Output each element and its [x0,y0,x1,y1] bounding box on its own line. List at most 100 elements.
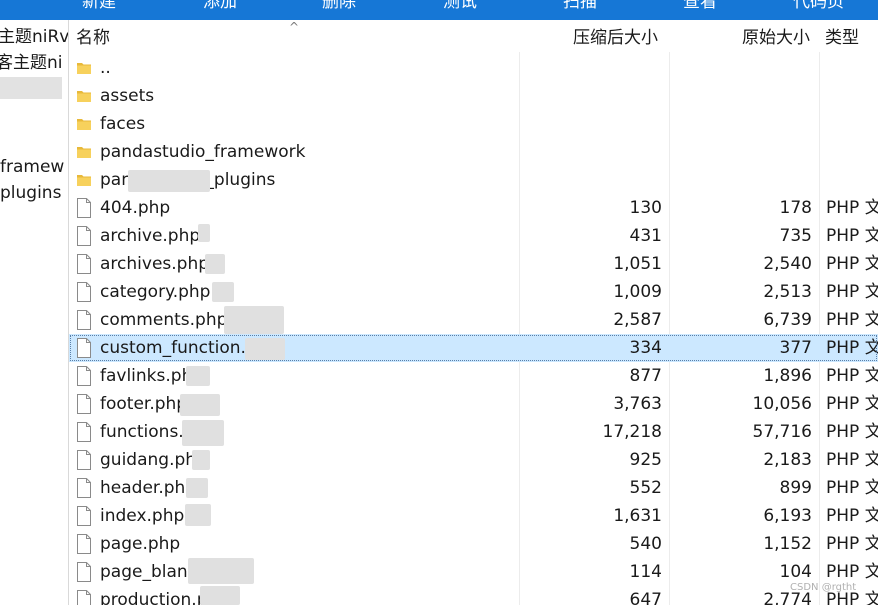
list-header: ^ 名称 压缩后大小 原始大小 类型 [69,20,878,52]
file-icon [76,562,92,582]
privacy-blur [128,170,210,192]
folder-row[interactable]: faces [69,110,878,138]
file-icon [76,450,92,470]
file-icon [76,506,92,526]
file-name: page.php [100,534,181,554]
file-name: index.php [100,506,185,526]
file-icon [76,422,92,442]
file-name: .. [100,58,111,78]
original-size: 10,056 [752,394,812,414]
privacy-blur [224,306,284,334]
privacy-blur [245,338,285,360]
original-size: 1,896 [763,366,812,386]
column-header-type[interactable]: 类型 [825,26,859,50]
privacy-blur [180,394,220,416]
original-size: 377 [779,338,812,358]
file-icon [76,310,92,330]
compressed-size: 925 [629,450,662,470]
compressed-size: 1,009 [613,282,662,302]
folder-row[interactable]: .. [69,54,878,82]
tree-item-blog-theme[interactable]: 客主题ni [0,50,63,76]
folder-row[interactable]: pandastudio_framework [69,138,878,166]
file-icon [76,394,92,414]
file-icon [76,478,92,498]
file-icon [76,198,92,218]
original-size: 1,152 [763,534,812,554]
privacy-blur [192,450,210,470]
compressed-size: 17,218 [602,422,662,442]
file-name: archives.php [100,254,210,274]
original-size: 899 [779,478,812,498]
file-icon [76,366,92,386]
file-name: archive.php [100,226,201,246]
tree-item-theme-nirva[interactable]: 主题niRva [0,24,68,50]
file-type: PHP 文 [826,422,878,442]
original-size: 2,513 [763,282,812,302]
codepage-button[interactable]: 代码页 [793,0,844,14]
compressed-size: 130 [629,198,662,218]
file-type: PHP 文 [826,282,878,302]
folder-row[interactable]: assets [69,82,878,110]
original-size: 2,540 [763,254,812,274]
compressed-size: 334 [629,338,662,358]
file-name: guidang.php [100,450,207,470]
file-row[interactable]: production.php 647 2,774 PHP 文 [69,586,878,605]
compressed-size [520,110,662,138]
file-type: PHP 文 [826,338,878,358]
folder-icon [76,60,92,80]
original-size: 735 [779,226,812,246]
compressed-size [520,82,662,110]
folder-icon [76,88,92,108]
file-name: faces [100,114,146,134]
file-row[interactable]: 404.php 130 178 PHP 文 [69,194,878,222]
file-row[interactable]: archive.php 431 735 PHP 文 [69,222,878,250]
file-name: header.php [100,478,197,498]
file-row[interactable]: custom_function.php 334 377 PHP 文 [69,334,878,362]
column-header-original[interactable]: 原始大小 [742,26,810,50]
view-button[interactable]: 查看 [683,0,717,14]
file-type: PHP 文 [826,394,878,414]
privacy-blur [188,558,254,584]
scan-button[interactable]: 扫描 [563,0,597,14]
folder-icon [76,144,92,164]
file-row[interactable]: guidang.php 925 2,183 PHP 文 [69,446,878,474]
tree-item-framework[interactable]: framew [0,154,64,180]
privacy-blur [205,254,225,274]
file-row[interactable]: category.php 1,009 2,513 PHP 文 [69,278,878,306]
file-type: PHP 文 [826,254,878,274]
original-size: 6,193 [763,506,812,526]
compressed-size [520,138,662,166]
file-row[interactable]: comments.php 2,587 6,739 PHP 文 [69,306,878,334]
sort-ascending-icon: ^ [289,20,300,34]
original-size: 178 [779,198,812,218]
add-button[interactable]: 添加 [203,0,237,14]
file-row[interactable]: archives.php 1,051 2,540 PHP 文 [69,250,878,278]
folder-tree: 主题niRva 客主题ni framew plugins [0,20,68,605]
file-type: PHP 文 [826,226,878,246]
compressed-size: 431 [629,226,662,246]
original-size [669,82,812,110]
new-button[interactable]: 新建 [82,0,116,14]
compressed-size: 1,631 [613,506,662,526]
compressed-size: 114 [629,562,662,582]
file-icon [76,534,92,554]
file-type: PHP 文 [826,310,878,330]
column-header-compressed[interactable]: 压缩后大小 [573,26,658,50]
file-type: PHP 文 [826,506,878,526]
compressed-size: 1,051 [613,254,662,274]
compressed-size: 540 [629,534,662,554]
test-button[interactable]: 测试 [443,0,477,14]
file-row[interactable]: page.php 540 1,152 PHP 文 [69,530,878,558]
compressed-size: 552 [629,478,662,498]
watermark: CSDN @rgtht [790,582,857,593]
tree-item-plugins[interactable]: plugins [0,180,61,206]
delete-button[interactable]: 删除 [322,0,356,14]
privacy-blur [185,504,211,526]
original-size: 57,716 [752,422,812,442]
original-size: 2,183 [763,450,812,470]
file-type: PHP 文 [826,478,878,498]
column-header-name[interactable]: 名称 [76,26,110,50]
file-name: assets [100,86,155,106]
original-size: 6,739 [763,310,812,330]
file-name: comments.php [100,310,228,330]
